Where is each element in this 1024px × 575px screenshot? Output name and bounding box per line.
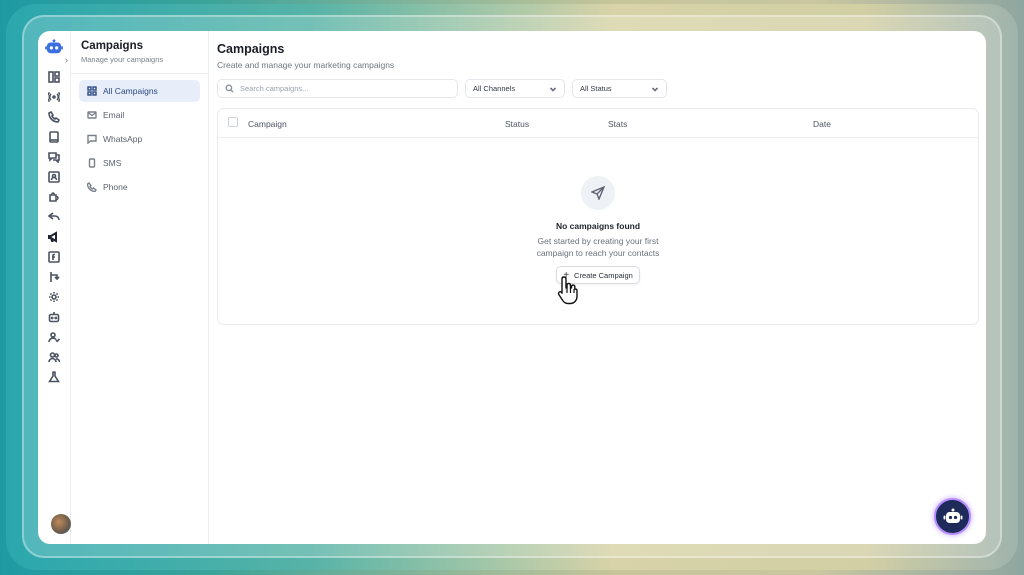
grid-icon: [87, 86, 97, 96]
sidebar-item-phone[interactable]: Phone: [79, 176, 200, 198]
chevron-down-icon: [549, 86, 557, 92]
hand-pointer-cursor-icon: [557, 276, 578, 305]
dashboard-icon[interactable]: [45, 68, 63, 86]
sidebar-item-whatsapp[interactable]: WhatsApp: [79, 128, 200, 150]
search-input[interactable]: [240, 84, 440, 93]
sidebar-item-email[interactable]: Email: [79, 104, 200, 126]
icon-rail: ›: [38, 31, 71, 544]
search-box[interactable]: [217, 79, 458, 98]
select-all-checkbox[interactable]: [228, 117, 238, 127]
sidebar-subtitle: Manage your campaigns: [81, 55, 164, 64]
table-header: Campaign Status Stats Date: [218, 109, 978, 138]
filter-bar: All Channels All Status: [217, 79, 979, 98]
book-icon[interactable]: [45, 128, 63, 146]
chat-icon[interactable]: [45, 148, 63, 166]
page-title: Campaigns: [217, 42, 285, 56]
contact-card-icon[interactable]: [45, 168, 63, 186]
empty-state-line: Get started by creating your first: [537, 236, 659, 246]
send-icon: [591, 186, 605, 200]
sidebar-title: Campaigns: [81, 40, 143, 52]
flow-icon[interactable]: [45, 268, 63, 286]
reply-icon[interactable]: [45, 208, 63, 226]
app-window: › Campaigns Manage your campaigns All Ca…: [38, 31, 986, 544]
empty-state: No campaigns found Get started by creati…: [218, 176, 978, 284]
campaigns-sidebar: Campaigns Manage your campaigns All Camp…: [71, 31, 209, 544]
expand-chevron-icon[interactable]: ›: [65, 55, 68, 65]
main-content: Campaigns Create and manage your marketi…: [209, 31, 986, 544]
sidebar-item-sms[interactable]: SMS: [79, 152, 200, 174]
page-subtitle: Create and manage your marketing campaig…: [217, 60, 395, 70]
column-header-status[interactable]: Status: [505, 119, 529, 129]
message-icon: [87, 134, 97, 144]
sidebar-item-label: SMS: [103, 158, 122, 168]
campaigns-table: Campaign Status Stats Date No campaigns …: [217, 108, 979, 325]
sidebar-item-label: WhatsApp: [103, 134, 143, 144]
column-header-campaign[interactable]: Campaign: [248, 119, 287, 129]
empty-state-description: Get started by creating your first campa…: [218, 235, 978, 259]
phone-icon: [87, 182, 97, 192]
column-header-stats[interactable]: Stats: [608, 119, 627, 129]
user-avatar[interactable]: [51, 514, 71, 534]
channel-filter-select[interactable]: All Channels: [465, 79, 565, 98]
status-filter-select[interactable]: All Status: [572, 79, 667, 98]
broadcast-icon[interactable]: [45, 88, 63, 106]
search-icon: [225, 84, 234, 93]
chevron-down-icon: [651, 86, 659, 92]
robot-icon: [943, 508, 962, 523]
gear-icon[interactable]: [45, 288, 63, 306]
phone-call-icon[interactable]: [45, 108, 63, 126]
bot-icon[interactable]: [45, 308, 63, 326]
puzzle-icon[interactable]: [45, 188, 63, 206]
empty-state-line: campaign to reach your contacts: [536, 248, 660, 258]
sidebar-divider: [71, 73, 208, 74]
empty-state-badge: [581, 176, 615, 210]
robot-logo-icon[interactable]: [45, 39, 63, 55]
status-filter-value: All Status: [580, 84, 612, 93]
assistant-bot-button[interactable]: [934, 498, 971, 535]
users-icon[interactable]: [45, 348, 63, 366]
sidebar-item-all-campaigns[interactable]: All Campaigns: [79, 80, 200, 102]
channel-filter-value: All Channels: [473, 84, 516, 93]
create-campaign-label: Create Campaign: [574, 270, 633, 280]
megaphone-icon[interactable]: [45, 228, 63, 246]
sidebar-item-label: Email: [103, 110, 125, 120]
column-header-date[interactable]: Date: [813, 119, 831, 129]
function-icon[interactable]: [45, 248, 63, 266]
empty-state-heading: No campaigns found: [555, 221, 641, 231]
sidebar-item-label: All Campaigns: [103, 86, 158, 96]
user-check-icon[interactable]: [45, 328, 63, 346]
mail-icon: [87, 111, 97, 119]
mobile-icon: [88, 158, 96, 168]
flask-icon[interactable]: [45, 368, 63, 386]
sidebar-item-label: Phone: [103, 182, 128, 192]
